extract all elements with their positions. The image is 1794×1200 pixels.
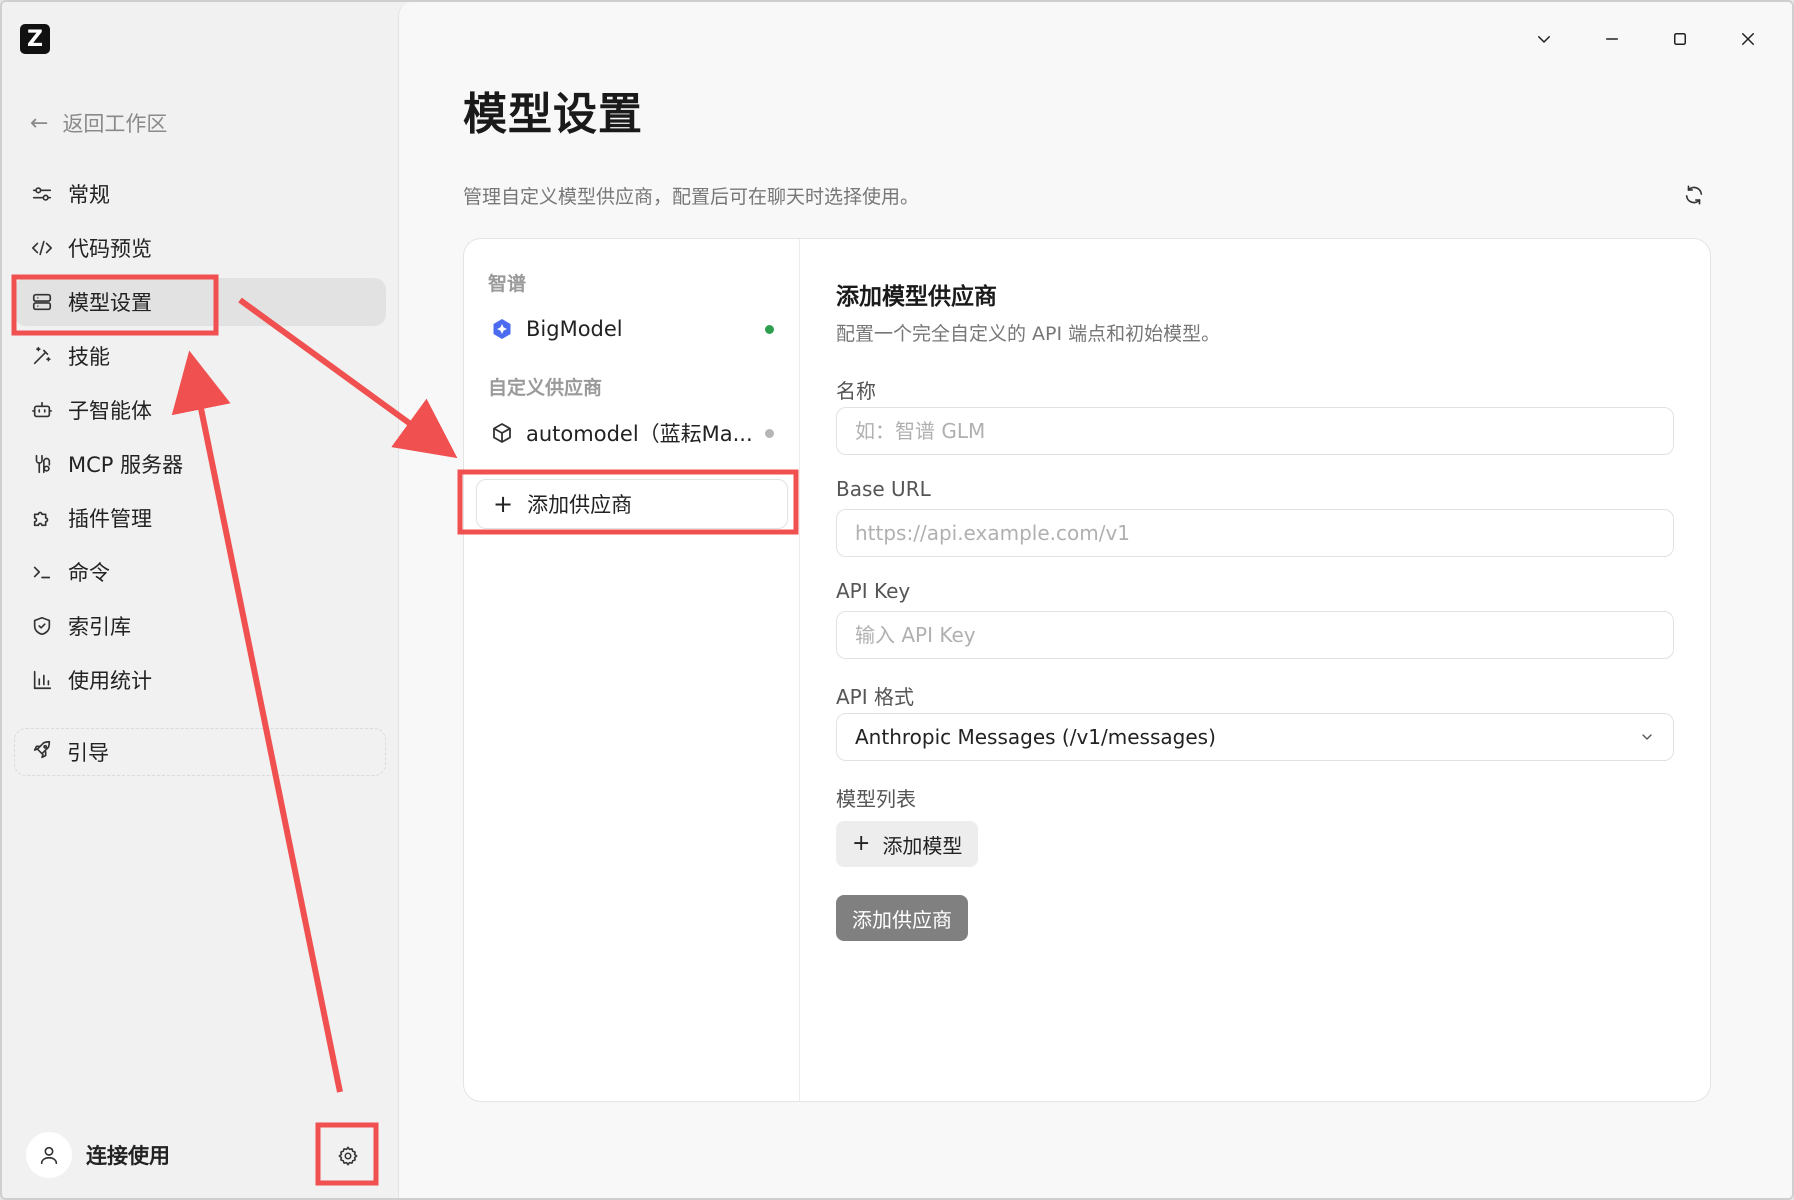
server-icon bbox=[30, 290, 54, 314]
settings-nav: 常规 代码预览 模型设置 技能 子智能体 MCP 服务器 插件管理 命令 索引库… bbox=[14, 170, 386, 710]
magic-wand-icon bbox=[30, 344, 54, 368]
chevron-down-icon bbox=[1642, 734, 1652, 740]
name-label: 名称 bbox=[836, 379, 876, 403]
rocket-icon bbox=[31, 739, 53, 766]
sidebar-item-label: 子智能体 bbox=[68, 399, 152, 423]
sidebar: Z ← 返回工作区 常规 代码预览 模型设置 技能 子智能体 MCP 服务器 插… bbox=[2, 2, 398, 1198]
cube-icon bbox=[490, 421, 514, 445]
provider-item-bigmodel[interactable]: BigModel bbox=[476, 305, 788, 353]
avatar bbox=[26, 1132, 72, 1178]
code-icon bbox=[30, 236, 54, 260]
back-to-workspace-link[interactable]: ← 返回工作区 bbox=[30, 106, 167, 140]
add-provider-label: 添加供应商 bbox=[527, 493, 633, 517]
provider-panel: 智谱 BigModel 自定义供应商 automodel（蓝耘Ma... + 添… bbox=[463, 238, 1711, 1102]
maximize-icon bbox=[1674, 33, 1686, 45]
sidebar-item-plugins[interactable]: 插件管理 bbox=[14, 494, 386, 542]
settings-button[interactable] bbox=[326, 1134, 370, 1178]
sidebar-item-commands[interactable]: 命令 bbox=[14, 548, 386, 596]
base-url-input[interactable] bbox=[836, 509, 1674, 557]
close-button[interactable] bbox=[1714, 20, 1782, 58]
api-key-input[interactable] bbox=[836, 611, 1674, 659]
plus-icon: + bbox=[852, 831, 871, 856]
sidebar-item-subagents[interactable]: 子智能体 bbox=[14, 386, 386, 434]
page-title: 模型设置 bbox=[463, 89, 643, 140]
page-description: 管理自定义模型供应商，配置后可在聊天时选择使用。 bbox=[463, 186, 920, 208]
status-dot bbox=[765, 428, 774, 438]
maximize-button[interactable] bbox=[1646, 20, 1714, 58]
shield-icon bbox=[30, 614, 54, 638]
sidebar-item-label: 模型设置 bbox=[68, 291, 152, 315]
form-title: 添加模型供应商 bbox=[836, 284, 997, 310]
main-content: 模型设置 管理自定义模型供应商，配置后可在聊天时选择使用。 智谱 BigMode… bbox=[398, 2, 1792, 1198]
user-account[interactable]: 连接使用 bbox=[26, 1130, 170, 1180]
chevron-down-icon bbox=[1538, 36, 1550, 43]
minimize-icon bbox=[1606, 38, 1618, 40]
plug-icon bbox=[30, 452, 54, 476]
sliders-icon bbox=[30, 182, 54, 206]
add-provider-list-button[interactable]: + 添加供应商 bbox=[476, 479, 788, 529]
window-controls bbox=[1510, 20, 1782, 58]
sidebar-item-label: 插件管理 bbox=[68, 507, 152, 531]
sidebar-item-label: 代码预览 bbox=[68, 237, 152, 261]
app-window: Z ← 返回工作区 常规 代码预览 模型设置 技能 子智能体 MCP 服务器 插… bbox=[0, 0, 1794, 1200]
robot-icon bbox=[30, 398, 54, 422]
sidebar-item-label: 索引库 bbox=[68, 615, 131, 639]
refresh-icon bbox=[1685, 185, 1703, 205]
user-name: 连接使用 bbox=[86, 1144, 170, 1168]
api-format-select[interactable]: Anthropic Messages (/v1/messages) bbox=[836, 713, 1674, 761]
sidebar-item-code-preview[interactable]: 代码预览 bbox=[14, 224, 386, 272]
refresh-button[interactable] bbox=[1679, 180, 1709, 210]
provider-item-automodel[interactable]: automodel（蓝耘Ma... bbox=[476, 409, 788, 457]
sidebar-item-label: MCP 服务器 bbox=[68, 453, 184, 477]
provider-list: 智谱 BigModel 自定义供应商 automodel（蓝耘Ma... + 添… bbox=[464, 239, 800, 1101]
user-icon bbox=[40, 1146, 58, 1165]
close-icon bbox=[1742, 33, 1754, 45]
gear-icon bbox=[338, 1146, 358, 1166]
back-link-label: 返回工作区 bbox=[62, 112, 168, 136]
sidebar-item-label: 技能 bbox=[68, 345, 110, 369]
provider-name: BigModel bbox=[526, 317, 623, 341]
sidebar-item-index[interactable]: 索引库 bbox=[14, 602, 386, 650]
sidebar-item-mcp-servers[interactable]: MCP 服务器 bbox=[14, 440, 386, 488]
add-model-label: 添加模型 bbox=[882, 833, 963, 858]
guide-label: 引导 bbox=[67, 741, 109, 765]
base-url-label: Base URL bbox=[836, 477, 931, 501]
sidebar-item-label: 使用统计 bbox=[68, 669, 152, 693]
plus-icon: + bbox=[493, 490, 514, 518]
sidebar-item-skills[interactable]: 技能 bbox=[14, 332, 386, 380]
puzzle-icon bbox=[30, 506, 54, 530]
bar-chart-icon bbox=[30, 668, 54, 692]
app-logo: Z bbox=[20, 24, 50, 54]
sidebar-item-guide[interactable]: 引导 bbox=[14, 728, 386, 776]
status-dot bbox=[765, 324, 774, 334]
sidebar-item-general[interactable]: 常规 bbox=[14, 170, 386, 218]
sidebar-item-label: 命令 bbox=[68, 561, 110, 585]
terminal-icon bbox=[30, 560, 54, 584]
name-input[interactable] bbox=[836, 407, 1674, 455]
api-format-label: API 格式 bbox=[836, 685, 914, 709]
submit-add-provider-button[interactable]: 添加供应商 bbox=[836, 895, 968, 941]
provider-name: automodel（蓝耘Ma... bbox=[526, 422, 753, 446]
sidebar-item-usage-stats[interactable]: 使用统计 bbox=[14, 656, 386, 704]
dropdown-button[interactable] bbox=[1510, 20, 1578, 58]
provider-group-label: 自定义供应商 bbox=[488, 377, 603, 399]
bigmodel-logo-icon bbox=[490, 317, 514, 341]
minimize-button[interactable] bbox=[1578, 20, 1646, 58]
arrow-left-icon: ← bbox=[30, 110, 49, 136]
api-key-label: API Key bbox=[836, 579, 911, 603]
sidebar-item-model-settings[interactable]: 模型设置 bbox=[14, 278, 386, 326]
sidebar-item-label: 常规 bbox=[68, 183, 110, 207]
form-subtitle: 配置一个完全自定义的 API 端点和初始模型。 bbox=[836, 323, 1221, 345]
add-model-button[interactable]: + 添加模型 bbox=[836, 821, 979, 867]
api-format-value: Anthropic Messages (/v1/messages) bbox=[855, 725, 1216, 749]
provider-group-label: 智谱 bbox=[488, 273, 527, 295]
model-list-label: 模型列表 bbox=[836, 787, 916, 811]
